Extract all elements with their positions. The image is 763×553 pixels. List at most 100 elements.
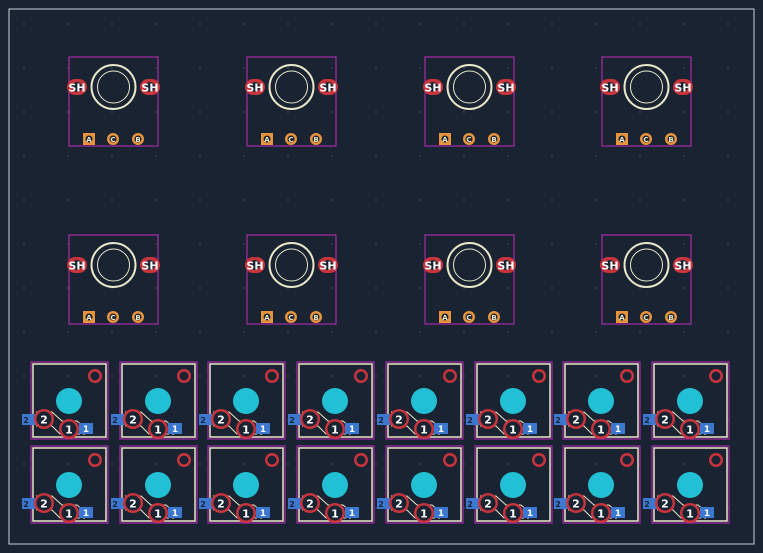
switch-pad-2[interactable]: 2 — [478, 409, 498, 429]
encoder-pin-a[interactable]: A — [261, 311, 273, 323]
encoder-pin-b[interactable]: B — [488, 133, 500, 145]
encoder-pin-b[interactable]: B — [310, 133, 322, 145]
switch-smd-pad-left[interactable]: 2 — [111, 498, 125, 509]
switch-pad-2[interactable]: 2 — [300, 493, 320, 513]
switch-smd-pad-left[interactable]: 2 — [643, 498, 657, 509]
switch-pad-2[interactable]: 2 — [300, 409, 320, 429]
switch-smd-pad-right[interactable]: 1 — [345, 507, 359, 519]
switch-pad-1[interactable]: 1 — [148, 419, 168, 439]
switch-pad-1[interactable]: 1 — [325, 419, 345, 439]
encoder-pin-a[interactable]: A — [261, 133, 273, 145]
switch-smd-pad-right[interactable]: 1 — [256, 507, 270, 519]
switch-pad-1[interactable]: 1 — [325, 503, 345, 523]
switch-smd-pad-left[interactable]: 2 — [643, 414, 657, 425]
switch-smd-pad-right[interactable]: 1 — [523, 507, 537, 519]
encoder-pin-b[interactable]: B — [132, 311, 144, 323]
shield-pad-left[interactable]: SH — [67, 257, 87, 273]
switch-smd-pad-right[interactable]: 1 — [700, 507, 714, 519]
switch-smd-pad-right[interactable]: 1 — [79, 507, 93, 519]
encoder-pin-c[interactable]: C — [107, 311, 119, 323]
shield-pad-right[interactable]: SH — [140, 257, 160, 273]
encoder-pin-a[interactable]: A — [616, 133, 628, 145]
switch-pad-2[interactable]: 2 — [211, 409, 231, 429]
shield-pad-left[interactable]: SH — [245, 257, 265, 273]
switch-pad-1[interactable]: 1 — [236, 419, 256, 439]
switch-smd-pad-left[interactable]: 2 — [288, 414, 302, 425]
encoder-pin-b[interactable]: B — [665, 133, 677, 145]
shield-pad-left[interactable]: SH — [600, 257, 620, 273]
switch-pad-2[interactable]: 2 — [389, 409, 409, 429]
switch-pad-1[interactable]: 1 — [59, 419, 79, 439]
switch-smd-pad-right[interactable]: 1 — [256, 423, 270, 435]
encoder-pin-a[interactable]: A — [83, 311, 95, 323]
encoder-pin-a[interactable]: A — [616, 311, 628, 323]
switch-smd-pad-left[interactable]: 2 — [554, 414, 568, 425]
switch-pad-2[interactable]: 2 — [389, 493, 409, 513]
switch-pad-2[interactable]: 2 — [655, 409, 675, 429]
switch-pad-2[interactable]: 2 — [655, 493, 675, 513]
shield-pad-left[interactable]: SH — [423, 257, 443, 273]
shield-pad-right[interactable]: SH — [673, 257, 693, 273]
shield-pad-right[interactable]: SH — [318, 257, 338, 273]
encoder-pin-a[interactable]: A — [83, 133, 95, 145]
switch-pad-2[interactable]: 2 — [566, 493, 586, 513]
encoder-pin-b[interactable]: B — [488, 311, 500, 323]
encoder-pin-c[interactable]: C — [107, 133, 119, 145]
switch-pad-2[interactable]: 2 — [34, 493, 54, 513]
switch-pad-2[interactable]: 2 — [123, 409, 143, 429]
switch-pad-1[interactable]: 1 — [591, 503, 611, 523]
switch-smd-pad-left[interactable]: 2 — [377, 498, 391, 509]
switch-pad-1[interactable]: 1 — [148, 503, 168, 523]
encoder-pin-c[interactable]: C — [285, 133, 297, 145]
switch-smd-pad-left[interactable]: 2 — [554, 498, 568, 509]
shield-pad-left[interactable]: SH — [423, 79, 443, 95]
switch-smd-pad-left[interactable]: 2 — [288, 498, 302, 509]
switch-smd-pad-left[interactable]: 2 — [111, 414, 125, 425]
switch-smd-pad-right[interactable]: 1 — [168, 423, 182, 435]
shield-pad-right[interactable]: SH — [496, 257, 516, 273]
encoder-pin-b[interactable]: B — [665, 311, 677, 323]
shield-pad-left[interactable]: SH — [600, 79, 620, 95]
shield-pad-right[interactable]: SH — [318, 79, 338, 95]
switch-smd-pad-left[interactable]: 2 — [466, 414, 480, 425]
switch-smd-pad-right[interactable]: 1 — [168, 507, 182, 519]
encoder-pin-c[interactable]: C — [285, 311, 297, 323]
switch-pad-1[interactable]: 1 — [680, 419, 700, 439]
switch-pad-1[interactable]: 1 — [591, 419, 611, 439]
switch-smd-pad-left[interactable]: 2 — [199, 414, 213, 425]
encoder-pin-b[interactable]: B — [310, 311, 322, 323]
shield-pad-right[interactable]: SH — [140, 79, 160, 95]
encoder-pin-c[interactable]: C — [640, 133, 652, 145]
switch-pad-1[interactable]: 1 — [414, 419, 434, 439]
switch-smd-pad-right[interactable]: 1 — [434, 423, 448, 435]
switch-smd-pad-right[interactable]: 1 — [345, 423, 359, 435]
switch-pad-2[interactable]: 2 — [123, 493, 143, 513]
shield-pad-right[interactable]: SH — [673, 79, 693, 95]
encoder-pin-c[interactable]: C — [463, 311, 475, 323]
encoder-pin-b[interactable]: B — [132, 133, 144, 145]
switch-pad-2[interactable]: 2 — [566, 409, 586, 429]
switch-pad-2[interactable]: 2 — [478, 493, 498, 513]
switch-pad-1[interactable]: 1 — [680, 503, 700, 523]
switch-smd-pad-left[interactable]: 2 — [22, 498, 36, 509]
shield-pad-left[interactable]: SH — [67, 79, 87, 95]
switch-pad-2[interactable]: 2 — [34, 409, 54, 429]
switch-pad-1[interactable]: 1 — [59, 503, 79, 523]
shield-pad-right[interactable]: SH — [496, 79, 516, 95]
switch-pad-1[interactable]: 1 — [236, 503, 256, 523]
switch-smd-pad-left[interactable]: 2 — [466, 498, 480, 509]
switch-smd-pad-right[interactable]: 1 — [79, 423, 93, 435]
encoder-pin-c[interactable]: C — [463, 133, 475, 145]
switch-smd-pad-left[interactable]: 2 — [22, 414, 36, 425]
encoder-pin-a[interactable]: A — [439, 133, 451, 145]
switch-smd-pad-right[interactable]: 1 — [611, 423, 625, 435]
switch-smd-pad-right[interactable]: 1 — [434, 507, 448, 519]
switch-smd-pad-right[interactable]: 1 — [700, 423, 714, 435]
switch-smd-pad-left[interactable]: 2 — [199, 498, 213, 509]
encoder-pin-c[interactable]: C — [640, 311, 652, 323]
switch-pad-1[interactable]: 1 — [414, 503, 434, 523]
switch-pad-1[interactable]: 1 — [503, 503, 523, 523]
switch-pad-2[interactable]: 2 — [211, 493, 231, 513]
switch-smd-pad-left[interactable]: 2 — [377, 414, 391, 425]
shield-pad-left[interactable]: SH — [245, 79, 265, 95]
